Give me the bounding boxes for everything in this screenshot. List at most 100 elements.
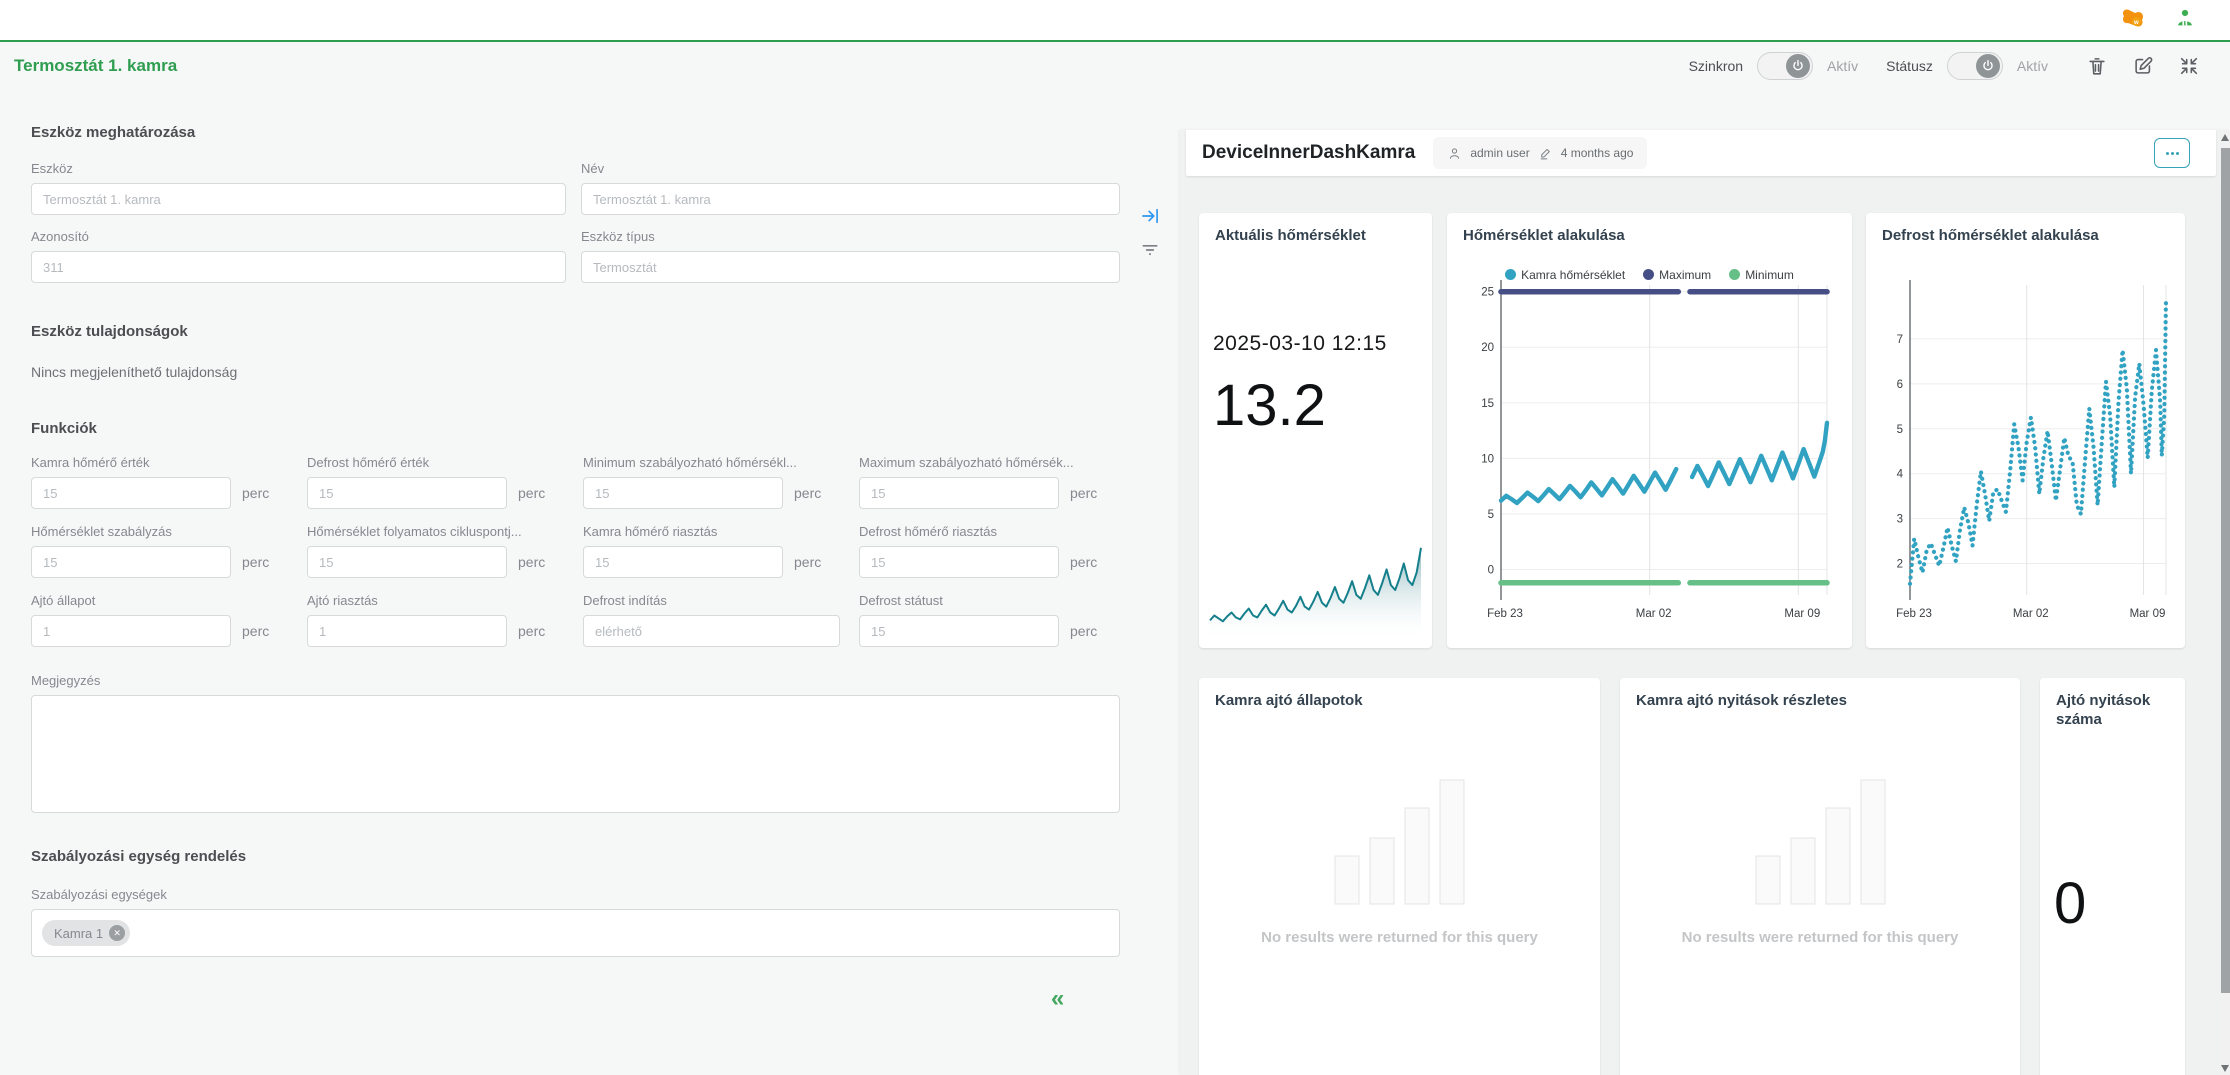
svg-text:5: 5 [1897, 424, 1903, 436]
page-header: Termosztát 1. kamra Szinkron Aktív Státu… [0, 44, 2230, 88]
function-field: Defrost státust perc [859, 593, 1135, 647]
azonosito-input[interactable] [31, 251, 566, 283]
collapse-panel-icon[interactable]: « [1051, 985, 1091, 1013]
function-input[interactable] [583, 615, 840, 647]
door-count-value: 0 [2054, 870, 2185, 937]
widget-title: Ajtó nyitások száma [2040, 678, 2185, 730]
units-label: Szabályozási egységek [31, 887, 1180, 902]
function-unit: perc [518, 623, 545, 639]
function-label: Kamra hőmérő érték [31, 455, 283, 470]
function-input[interactable] [307, 546, 507, 578]
delete-icon[interactable] [2086, 55, 2108, 77]
statusz-label: Státusz [1886, 58, 1933, 74]
unit-chip-label: Kamra 1 [54, 926, 103, 941]
chip-remove-icon[interactable]: ✕ [109, 925, 125, 941]
widget-title: Kamra ajtó nyitások részletes [1620, 678, 2020, 711]
function-field: Kamra hőmérő riasztás perc [583, 524, 859, 578]
field-nev: Név [581, 161, 1120, 215]
section-units-title: Szabályozási egység rendelés [31, 848, 1180, 865]
function-unit: perc [794, 554, 821, 570]
function-unit: perc [1070, 485, 1097, 501]
scrollbar-thumb[interactable] [2221, 148, 2230, 993]
svg-text:25: 25 [1481, 287, 1494, 299]
dock-right-icon[interactable] [1140, 206, 1160, 226]
user-account-icon[interactable] [2174, 7, 2196, 34]
current-temp-sparkline [1209, 532, 1422, 642]
function-input[interactable] [31, 477, 231, 509]
function-field: Hőmérséklet folyamatos cikluspontj... pe… [307, 524, 583, 578]
dashboard-menu-button[interactable] [2154, 138, 2190, 168]
function-label: Defrost hőmérő érték [307, 455, 559, 470]
dashboard-updated: 4 months ago [1561, 146, 1634, 160]
svg-text:6: 6 [1897, 379, 1903, 391]
filter-icon[interactable] [1140, 240, 1160, 260]
header-controls: Szinkron Aktív Státusz Aktív [1689, 52, 2230, 80]
eszkoz-tipus-input[interactable] [581, 251, 1120, 283]
statusz-toggle[interactable] [1947, 52, 2003, 80]
section-functions-title: Funkciók [31, 420, 1180, 437]
empty-barchart-icon [1332, 778, 1467, 906]
device-form-panel: Eszköz meghatározása Eszköz Név Azonosít… [0, 88, 1180, 1075]
svg-text:2: 2 [1897, 559, 1903, 571]
svg-text:Mar 09: Mar 09 [1784, 608, 1820, 620]
szinkron-toggle[interactable] [1757, 52, 1813, 80]
collapse-window-icon[interactable] [2178, 55, 2200, 77]
panel-divider-controls [1133, 206, 1167, 260]
app-logo-icon[interactable]: w [2119, 6, 2146, 35]
empty-state: No results were returned for this query [1620, 778, 2020, 946]
scroll-down-icon[interactable] [2221, 1065, 2229, 1072]
szinkron-state: Aktív [1827, 58, 1858, 74]
eszkoz-input[interactable] [31, 183, 566, 215]
function-input[interactable] [583, 477, 783, 509]
function-field: Maximum szabályozható hőmérsék... perc [859, 455, 1135, 509]
topbar: w [0, 0, 2230, 42]
eszkoz-tipus-label: Eszköz típus [581, 229, 1120, 244]
empty-state: No results were returned for this query [1199, 778, 1600, 946]
edited-icon [1538, 146, 1553, 161]
functions-grid: Kamra hőmérő érték perc Defrost hőmérő é… [31, 455, 1180, 647]
edit-icon[interactable] [2132, 55, 2154, 77]
power-icon [1786, 54, 1810, 78]
function-input[interactable] [583, 546, 783, 578]
svg-text:10: 10 [1481, 453, 1494, 465]
function-input[interactable] [31, 546, 231, 578]
function-unit: perc [242, 554, 269, 570]
function-unit: perc [242, 623, 269, 639]
svg-text:Mar 02: Mar 02 [2013, 608, 2049, 620]
function-label: Defrost hőmérő riasztás [859, 524, 1111, 539]
function-input[interactable] [859, 546, 1059, 578]
function-unit: perc [794, 485, 821, 501]
azonosito-label: Azonosító [31, 229, 566, 244]
function-label: Hőmérséklet folyamatos cikluspontj... [307, 524, 559, 539]
function-input[interactable] [31, 615, 231, 647]
megjegyzes-textarea[interactable] [31, 695, 1120, 813]
function-input[interactable] [859, 477, 1059, 509]
function-field: Ajtó állapot perc [31, 593, 307, 647]
svg-text:0: 0 [1488, 564, 1494, 576]
widget-door-details: Kamra ajtó nyitások részletes No results… [1620, 678, 2020, 1075]
function-input[interactable] [307, 477, 507, 509]
function-field: Hőmérséklet szabályzás perc [31, 524, 307, 578]
svg-text:Feb 23: Feb 23 [1896, 608, 1932, 620]
function-label: Maximum szabályozható hőmérsék... [859, 455, 1111, 470]
function-label: Defrost státust [859, 593, 1111, 608]
dashboard-scrollbar[interactable] [2221, 130, 2230, 1075]
dashboard-owner: admin user [1470, 146, 1529, 160]
units-field[interactable]: Kamra 1 ✕ [31, 909, 1120, 957]
function-field: Defrost hőmérő érték perc [307, 455, 583, 509]
empty-barchart-icon [1753, 778, 1888, 906]
function-field: Defrost indítás [583, 593, 859, 647]
field-eszkoz-tipus: Eszköz típus [581, 229, 1120, 283]
widget-title: Defrost hőmérséklet alakulása [1866, 213, 2185, 246]
dashboard-header: DeviceInnerDashKamra admin user 4 months… [1186, 130, 2216, 176]
nev-input[interactable] [581, 183, 1120, 215]
svg-text:Mar 02: Mar 02 [1636, 608, 1672, 620]
widget-title: Hőmérséklet alakulása [1447, 213, 1852, 246]
function-input[interactable] [307, 615, 507, 647]
function-input[interactable] [859, 615, 1059, 647]
scroll-up-icon[interactable] [2221, 134, 2229, 141]
function-field: Ajtó riasztás perc [307, 593, 583, 647]
svg-text:3: 3 [1897, 514, 1903, 526]
field-azonosito: Azonosító [31, 229, 566, 283]
function-field: Kamra hőmérő érték perc [31, 455, 307, 509]
